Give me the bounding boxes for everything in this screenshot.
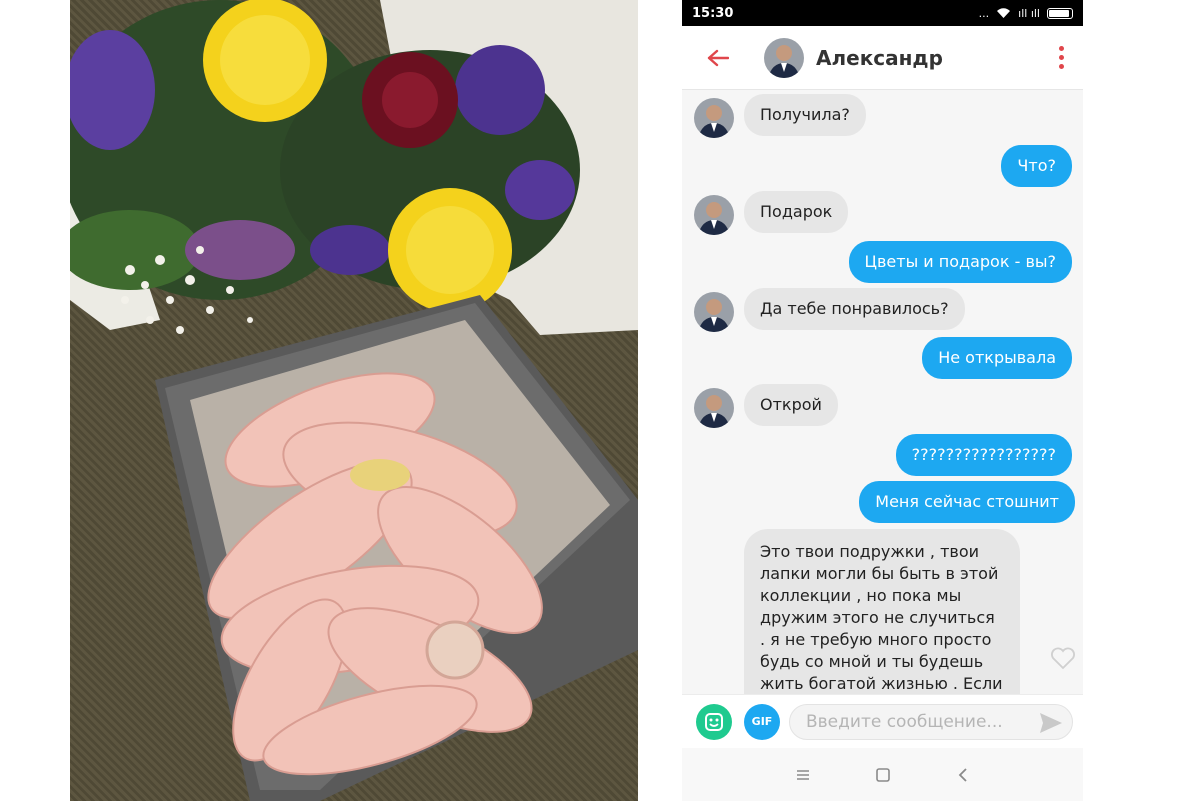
wifi-icon bbox=[997, 8, 1011, 18]
message-incoming: Получила? bbox=[744, 94, 866, 136]
message-list[interactable]: Получила? Что? Подарок Цветы и подарок -… bbox=[682, 91, 1083, 694]
contact-avatar[interactable] bbox=[764, 37, 804, 78]
contact-name: Александр bbox=[816, 45, 943, 70]
back-arrow-icon[interactable] bbox=[698, 38, 738, 78]
chat-screenshot: 15:30 ... ıll ıll Александр Получила? Чт… bbox=[682, 0, 1083, 801]
sticker-icon bbox=[705, 712, 723, 731]
chat-header: Александр bbox=[682, 26, 1083, 90]
recent-apps-icon[interactable] bbox=[791, 763, 815, 787]
avatar[interactable] bbox=[694, 292, 734, 332]
message-outgoing: Цветы и подарок - вы? bbox=[848, 241, 1072, 283]
message-input[interactable] bbox=[806, 711, 1016, 732]
message-incoming: Да тебе понравилось? bbox=[744, 288, 965, 330]
bouquet-and-box-photo bbox=[70, 0, 638, 801]
send-icon[interactable] bbox=[1038, 711, 1064, 735]
signal-icon: ıll ıll bbox=[1018, 6, 1040, 20]
message-outgoing: Что? bbox=[1001, 145, 1072, 187]
back-nav-icon[interactable] bbox=[951, 763, 975, 787]
battery-icon bbox=[1047, 7, 1073, 19]
message-outgoing: ????????????????? bbox=[895, 434, 1072, 476]
home-icon[interactable] bbox=[871, 763, 895, 787]
more-options-icon[interactable] bbox=[1051, 38, 1071, 78]
sticker-button[interactable] bbox=[696, 703, 732, 740]
status-time: 15:30 bbox=[692, 5, 734, 21]
like-heart-icon[interactable] bbox=[1050, 646, 1076, 670]
system-nav-bar bbox=[682, 748, 1083, 801]
message-incoming: Открой bbox=[744, 384, 838, 426]
more-dots-icon: ... bbox=[978, 6, 990, 20]
status-bar: 15:30 ... ıll ıll bbox=[682, 0, 1083, 26]
avatar[interactable] bbox=[694, 98, 734, 138]
message-input-bar: GIF bbox=[682, 694, 1083, 748]
avatar[interactable] bbox=[694, 388, 734, 428]
message-incoming-long: Это твои подружки , твои лапки могли бы … bbox=[744, 529, 1020, 694]
message-incoming: Подарок bbox=[744, 191, 849, 233]
message-field[interactable] bbox=[789, 703, 1073, 740]
message-outgoing: Не открывала bbox=[922, 337, 1072, 379]
screen: 15:30 ... ıll ıll Александр Получила? Чт… bbox=[0, 0, 1200, 801]
gif-button[interactable]: GIF bbox=[744, 703, 780, 740]
message-outgoing: Меня сейчас стошнит bbox=[859, 481, 1075, 523]
avatar[interactable] bbox=[694, 195, 734, 235]
